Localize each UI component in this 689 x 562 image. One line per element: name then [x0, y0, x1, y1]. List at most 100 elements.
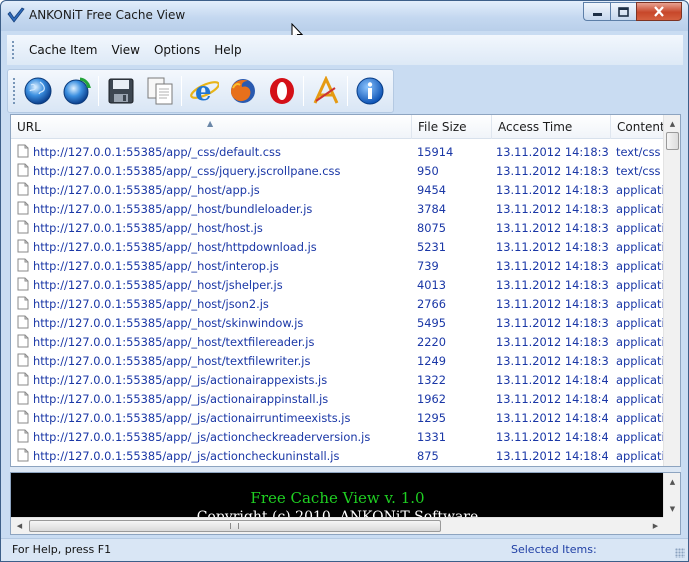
cell-url: http://127.0.0.1:55385/app/_host/textfil… — [33, 354, 311, 368]
toolbar-grip[interactable] — [12, 77, 16, 105]
minimize-button[interactable] — [583, 2, 610, 21]
scroll-thumb[interactable] — [666, 132, 679, 150]
table-row[interactable]: http://127.0.0.1:55385/app/_js/actionche… — [11, 427, 664, 446]
maximize-button[interactable] — [610, 2, 636, 21]
info-icon — [356, 77, 384, 105]
menubar-grip[interactable] — [11, 40, 15, 60]
open-opera-button[interactable] — [266, 73, 298, 109]
table-row[interactable]: http://127.0.0.1:55385/app/_host/json2.j… — [11, 294, 664, 313]
cell-url: http://127.0.0.1:55385/app/_host/bundlel… — [33, 202, 313, 216]
scroll-left-button[interactable]: ◀ — [11, 518, 28, 534]
cell-content-type: applicati — [616, 373, 664, 387]
resize-grip[interactable] — [675, 548, 685, 558]
table-row[interactable]: http://127.0.0.1:55385/app/_host/textfil… — [11, 332, 664, 351]
cell-file-size: 950 — [417, 164, 439, 178]
about-button[interactable] — [354, 73, 386, 109]
table-row[interactable]: http://127.0.0.1:55385/app/_css/jquery.j… — [11, 161, 664, 180]
column-header-access-time[interactable]: Access Time — [492, 115, 611, 139]
file-icon — [17, 163, 29, 177]
thumb-grip — [230, 523, 239, 529]
scroll-up-button[interactable]: ▲ — [664, 473, 680, 490]
cell-url: http://127.0.0.1:55385/app/_js/actionche… — [33, 449, 340, 463]
menu-cache-item[interactable]: Cache Item — [25, 39, 104, 61]
cell-url: http://127.0.0.1:55385/app/_host/httpdow… — [33, 240, 317, 254]
table-row[interactable]: http://127.0.0.1:55385/app/_js/actionche… — [11, 446, 664, 465]
cache-list: URL ▲ File Size Access Time Content- htt… — [10, 114, 681, 467]
preview-pane: Free Cache View v. 1.0 Copyright (c) 201… — [10, 472, 681, 535]
file-icon — [17, 182, 29, 196]
scroll-thumb[interactable] — [29, 520, 441, 532]
list-vertical-scrollbar[interactable]: ▲ — [663, 115, 680, 466]
cell-access-time: 13.11.2012 14:18:40 — [496, 449, 608, 463]
file-icon — [17, 353, 29, 367]
cell-access-time: 13.11.2012 14:18:40 — [496, 373, 608, 387]
open-ie-button[interactable]: e — [188, 73, 220, 109]
table-row[interactable]: http://127.0.0.1:55385/app/_host/interop… — [11, 256, 664, 275]
column-header-url[interactable]: URL ▲ — [11, 115, 412, 139]
table-row[interactable]: http://127.0.0.1:55385/app/_host/bundlel… — [11, 199, 664, 218]
cell-access-time: 13.11.2012 14:18:38 — [496, 316, 608, 330]
scroll-right-button[interactable]: ▶ — [647, 518, 664, 534]
file-icon — [17, 448, 29, 462]
cell-access-time: 13.11.2012 14:18:40 — [496, 430, 608, 444]
scroll-down-button[interactable]: ▼ — [664, 500, 680, 517]
table-row[interactable]: http://127.0.0.1:55385/app/_host/jshelpe… — [11, 275, 664, 294]
column-header-content-type[interactable]: Content- — [611, 115, 664, 139]
maximize-icon — [618, 6, 629, 17]
status-bar: For Help, press F1 Selected Items: — [1, 538, 688, 561]
table-row[interactable]: http://127.0.0.1:55385/app/_host/skinwin… — [11, 313, 664, 332]
menu-options[interactable]: Options — [147, 39, 207, 61]
scroll-up-button[interactable]: ▲ — [664, 115, 680, 132]
refresh-button[interactable] — [61, 73, 93, 109]
menu-view[interactable]: View — [104, 39, 146, 61]
save-button[interactable] — [105, 73, 137, 109]
table-row[interactable]: http://127.0.0.1:55385/app/_host/app.js … — [11, 180, 664, 199]
app-window: ANKONiT Free Cache View Cache Item View … — [0, 0, 689, 562]
open-firefox-button[interactable] — [227, 73, 259, 109]
close-button[interactable] — [636, 2, 682, 21]
cell-file-size: 1331 — [417, 430, 446, 444]
cell-url: http://127.0.0.1:55385/app/_host/skinwin… — [33, 316, 304, 330]
toolbar-separator — [97, 76, 99, 106]
sort-ascending-icon: ▲ — [207, 119, 214, 128]
cell-file-size: 5231 — [417, 240, 446, 254]
font-tool-button[interactable] — [310, 73, 342, 109]
table-row[interactable]: http://127.0.0.1:55385/app/_js/actionair… — [11, 370, 664, 389]
checkmark-app-icon — [7, 7, 25, 23]
table-row[interactable]: http://127.0.0.1:55385/app/_css/default.… — [11, 142, 664, 161]
font-tool-icon — [313, 76, 339, 104]
firefox-icon — [230, 79, 255, 103]
window-title: ANKONiT Free Cache View — [29, 8, 186, 22]
cell-access-time: 13.11.2012 14:18:40 — [496, 392, 608, 406]
file-icon — [17, 144, 29, 158]
preview-title: Free Cache View v. 1.0 — [250, 489, 425, 507]
column-header-file-size[interactable]: File Size — [412, 115, 492, 139]
title-bar[interactable]: ANKONiT Free Cache View — [1, 1, 688, 31]
column-label: File Size — [418, 120, 467, 134]
cell-access-time: 13.11.2012 14:18:38 — [496, 354, 608, 368]
cell-file-size: 5495 — [417, 316, 446, 330]
file-icon — [17, 429, 29, 443]
menu-help[interactable]: Help — [207, 39, 248, 61]
cell-content-type: applicati — [616, 297, 664, 311]
file-icon — [17, 239, 29, 253]
cell-url: http://127.0.0.1:55385/app/_host/jshelpe… — [33, 278, 283, 292]
table-row[interactable]: http://127.0.0.1:55385/app/_host/textfil… — [11, 351, 664, 370]
copy-button[interactable] — [144, 73, 176, 109]
table-row[interactable]: http://127.0.0.1:55385/app/_host/httpdow… — [11, 237, 664, 256]
cell-url: http://127.0.0.1:55385/app/_host/json2.j… — [33, 297, 269, 311]
globe-icon — [24, 77, 52, 105]
cell-file-size: 2766 — [417, 297, 446, 311]
cell-file-size: 9454 — [417, 183, 446, 197]
cell-file-size: 1322 — [417, 373, 446, 387]
preview-horizontal-scrollbar[interactable]: ◀ ▶ — [11, 517, 664, 534]
cell-content-type: applicati — [616, 240, 664, 254]
preview-vertical-scrollbar[interactable]: ▲ ▼ — [663, 473, 680, 517]
table-row[interactable]: http://127.0.0.1:55385/app/_js/actionair… — [11, 408, 664, 427]
table-row[interactable]: http://127.0.0.1:55385/app/_host/host.js… — [11, 218, 664, 237]
close-icon — [654, 6, 664, 17]
table-row[interactable]: http://127.0.0.1:55385/app/_js/actionair… — [11, 389, 664, 408]
cell-access-time: 13.11.2012 14:18:38 — [496, 240, 608, 254]
cell-file-size: 15914 — [417, 145, 454, 159]
open-url-button[interactable] — [22, 73, 54, 109]
